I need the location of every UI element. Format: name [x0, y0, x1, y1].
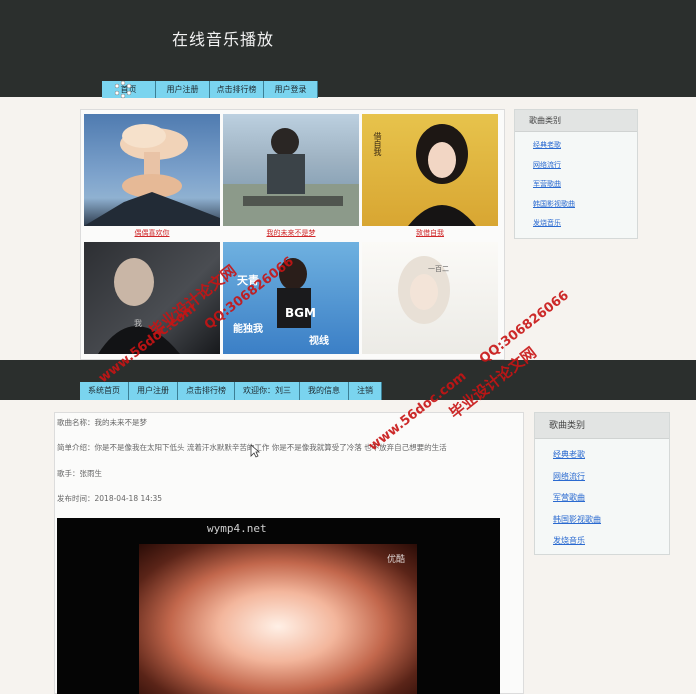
- nav-ranking[interactable]: 点击排行榜: [210, 81, 264, 98]
- cover-caption: BGM: [285, 306, 316, 320]
- main-nav: 系统首页 用户注册 点击排行榜 欢迎你：刘三 我的信息 注销: [80, 382, 382, 400]
- song-name: 歌曲名称：我的未来不是梦: [57, 418, 147, 427]
- video-frame: [139, 544, 417, 694]
- site-title: 在线音乐播放: [172, 30, 275, 49]
- song-list-panel: 偶偶喜欢你 我的未来不是梦 借自我 致借自我 我 天青 BGM 能独我 视线 一…: [80, 109, 505, 360]
- main-nav: 首页 用户注册 点击排行榜 用户登录: [102, 81, 318, 98]
- category-link[interactable]: 韩国影视歌曲: [553, 514, 669, 536]
- song-title-link[interactable]: 我的未来不是梦: [223, 226, 359, 240]
- cover-caption: 我: [134, 319, 142, 328]
- category-link[interactable]: 军营歌曲: [553, 492, 669, 514]
- arrow-cursor-icon: [250, 444, 260, 458]
- category-sidebar: 歌曲类别 经典老歌 网络流行 军营歌曲 韩国影视歌曲 发烧音乐: [514, 109, 638, 239]
- nav-welcome-user[interactable]: 欢迎你：刘三: [235, 382, 300, 400]
- song-cover-image[interactable]: [84, 114, 220, 226]
- song-card[interactable]: 一百二: [362, 242, 498, 360]
- song-singer: 歌手：张雨生: [57, 469, 102, 478]
- category-link[interactable]: 发烧音乐: [533, 218, 637, 238]
- song-card[interactable]: 我的未来不是梦: [223, 114, 359, 240]
- song-detail-screenshot: 系统首页 用户注册 点击排行榜 欢迎你：刘三 我的信息 注销 歌曲名称：我的未来…: [0, 360, 696, 694]
- category-link[interactable]: 网络流行: [533, 160, 637, 180]
- video-brand-watermark: 优酷: [387, 555, 406, 565]
- nav-login[interactable]: 用户登录: [264, 81, 318, 98]
- cover-caption: 能独我: [233, 324, 263, 335]
- song-title-link[interactable]: 偶偶喜欢你: [84, 226, 220, 240]
- video-player[interactable]: wymp4.net 优酷: [57, 518, 500, 694]
- cover-caption: 视线: [309, 336, 329, 347]
- song-detail-panel: 歌曲名称：我的未来不是梦 简单介绍：你是不是像我在太阳下低头 流着汗水默默辛苦的…: [54, 412, 524, 694]
- loading-spinner-icon: [114, 80, 132, 99]
- nav-register[interactable]: 用户注册: [129, 382, 178, 400]
- sidebar-title: 歌曲类别: [515, 110, 637, 132]
- sidebar-title: 歌曲类别: [535, 413, 669, 439]
- video-watermark: wymp4.net: [207, 522, 267, 535]
- cover-caption: 借自我: [373, 132, 382, 156]
- song-title-link[interactable]: 致借自我: [362, 226, 498, 240]
- category-list: 经典老歌 网络流行 军营歌曲 韩国影视歌曲 发烧音乐: [515, 132, 637, 238]
- song-cover-image[interactable]: 一百二: [362, 242, 498, 354]
- category-link[interactable]: 军营歌曲: [533, 179, 637, 199]
- song-cover-image[interactable]: [223, 114, 359, 226]
- nav-my-info[interactable]: 我的信息: [300, 382, 349, 400]
- home-page-screenshot: 在线音乐播放 首页 用户注册 点击排行榜 用户登录 偶偶喜欢你 我的未来不是梦 …: [0, 0, 696, 360]
- category-sidebar: 歌曲类别 经典老歌 网络流行 军营歌曲 韩国影视歌曲 发烧音乐: [534, 412, 670, 555]
- category-link[interactable]: 网络流行: [553, 471, 669, 493]
- song-cover-image[interactable]: 借自我: [362, 114, 498, 226]
- cover-caption: 一百二: [428, 265, 449, 273]
- nav-ranking[interactable]: 点击排行榜: [178, 382, 235, 400]
- category-link[interactable]: 韩国影视歌曲: [533, 199, 637, 219]
- category-list: 经典老歌 网络流行 军营歌曲 韩国影视歌曲 发烧音乐: [535, 439, 669, 557]
- category-link[interactable]: 经典老歌: [553, 449, 669, 471]
- song-card[interactable]: 偶偶喜欢你: [84, 114, 220, 240]
- song-card[interactable]: 借自我 致借自我: [362, 114, 498, 240]
- publish-time: 发布时间：2018-04-18 14:35: [57, 494, 163, 503]
- category-link[interactable]: 发烧音乐: [553, 535, 669, 557]
- category-link[interactable]: 经典老歌: [533, 140, 637, 160]
- nav-register[interactable]: 用户注册: [156, 81, 210, 98]
- nav-logout[interactable]: 注销: [349, 382, 382, 400]
